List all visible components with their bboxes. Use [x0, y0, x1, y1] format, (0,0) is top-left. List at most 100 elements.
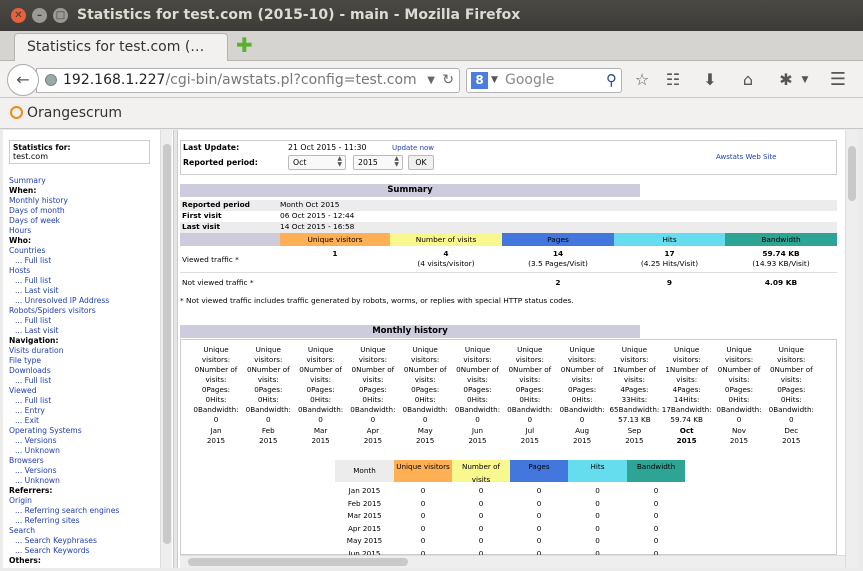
menu-link[interactable]: ... Unknown — [9, 446, 159, 456]
monthly-tooltip-line: Unique visitors: — [347, 345, 399, 365]
statistics-for-box: Statistics for: test.com — [9, 140, 150, 164]
menu-link[interactable]: ... Full list — [9, 276, 159, 286]
monthly-metric-label: Pages: — [520, 385, 544, 394]
menu-link[interactable]: Operating Systems — [9, 426, 159, 436]
summary-head-pages: Pages — [502, 233, 614, 246]
menu-link[interactable]: Summary — [9, 176, 159, 186]
menu-link[interactable]: Monthly history — [9, 196, 159, 206]
menu-item-label: ... Unknown — [15, 446, 60, 455]
menu-link[interactable]: Days of week — [9, 216, 159, 226]
ok-button[interactable]: OK — [408, 155, 434, 170]
menu-link[interactable]: ... Entry — [9, 406, 159, 416]
close-window-button[interactable]: ✕ — [11, 8, 26, 23]
monthly-column-jan: Unique visitors: 0Number of visits: 0Pages… — [190, 345, 242, 425]
month-name: Oct — [679, 426, 694, 435]
monthly-tooltip-line: Unique visitors: — [242, 345, 294, 365]
tab-awstats[interactable]: Statistics for test.com (… — [14, 33, 228, 61]
search-engine-dropdown-icon[interactable]: ▼ — [491, 69, 498, 92]
menu-item-label: Visits duration — [9, 346, 64, 355]
menu-link[interactable]: ... Last visit — [9, 286, 159, 296]
menu-link[interactable]: Hours — [9, 226, 159, 236]
menu-link[interactable]: Browsers — [9, 456, 159, 466]
bookmark-star-icon[interactable]: ☆ — [630, 68, 654, 92]
menu-item-label: Summary — [9, 176, 46, 185]
back-button[interactable]: ← — [7, 64, 39, 96]
menu-link[interactable]: Hosts — [9, 266, 159, 276]
bookmarks-menu-icon[interactable]: ☷ — [661, 68, 685, 92]
url-history-dropdown-icon[interactable]: ▼ — [427, 69, 435, 92]
menu-link[interactable]: Countries — [9, 246, 159, 256]
menu-link[interactable]: ... Versions — [9, 436, 159, 446]
menu-item-label: Countries — [9, 246, 46, 255]
title-bar: ✕ – □ Statistics for test.com (2015-10) … — [0, 0, 863, 31]
update-now-link[interactable]: Update now — [392, 144, 434, 152]
menu-link[interactable]: ... Full list — [9, 396, 159, 406]
menu-item-label: Days of week — [9, 216, 61, 225]
menu-link[interactable]: Visits duration — [9, 346, 159, 356]
menu-link[interactable]: ... Full list — [9, 376, 159, 386]
menu-link[interactable]: ... Search Keywords — [9, 546, 159, 556]
search-input[interactable]: 8 ▼ Google ⚲ — [466, 68, 622, 93]
menu-scrollbar[interactable] — [160, 130, 172, 568]
menu-link[interactable]: Robots/Spiders visitors — [9, 306, 159, 316]
monthly-tooltip-line: 0Pages: — [242, 385, 294, 395]
menu-link[interactable]: ... Last visit — [9, 326, 159, 336]
menu-link[interactable]: ... Referring sites — [9, 516, 159, 526]
menu-link[interactable]: File type — [9, 356, 159, 366]
last-visit-label: Last visit — [182, 222, 221, 231]
url-bar[interactable]: 192.168.1.227/cgi-bin/awstats.pl?config=… — [36, 68, 460, 93]
main-scrollbar[interactable] — [845, 130, 858, 568]
menu-item-label: Robots/Spiders visitors — [9, 306, 96, 315]
menu-link[interactable]: ... Full list — [9, 256, 159, 266]
monthly-month-label: Jun 2015 — [452, 426, 504, 446]
menu-link[interactable]: Origin — [9, 496, 159, 506]
menu-link[interactable]: Days of month — [9, 206, 159, 216]
google-engine-icon[interactable]: 8 — [471, 72, 488, 89]
menu-item-label: ... Full list — [15, 396, 52, 405]
menu-scroll-thumb[interactable] — [163, 144, 171, 544]
minimize-window-button[interactable]: – — [32, 8, 47, 23]
frame-divider[interactable] — [173, 130, 178, 568]
awstats-web-site-link[interactable]: Awstats Web Site — [716, 153, 776, 161]
menu-link[interactable]: ... Search Keyphrases — [9, 536, 159, 546]
monthly-metric-label: Unique visitors: — [620, 345, 649, 364]
monthly-metric-label: Pages: — [729, 385, 754, 394]
monthly-value: 57.13 KB — [618, 415, 651, 424]
table-cell: Apr 2015 — [347, 523, 381, 533]
menu-link[interactable]: ... Exit — [9, 416, 159, 426]
horizontal-scroll-thumb[interactable] — [188, 558, 408, 566]
monthly-month-label: Oct 2015 — [661, 426, 713, 446]
new-tab-plus-icon[interactable]: ✚ — [236, 33, 253, 57]
maximize-window-button[interactable]: □ — [53, 8, 68, 23]
extension-dropdown-icon[interactable]: ▼ — [793, 68, 817, 92]
summary-head-bandwidth: Bandwidth — [725, 233, 837, 246]
table-row: Jan 2015 0 0 0 0 0 — [335, 485, 687, 498]
home-icon[interactable]: ⌂ — [736, 68, 760, 92]
month-year: 2015 — [782, 436, 801, 445]
table-cell: 0 — [536, 498, 542, 508]
menu-item-label: ... Unresolved IP Address — [15, 296, 110, 305]
horizontal-scrollbar[interactable] — [180, 555, 845, 568]
menu-link[interactable]: Search — [9, 526, 159, 536]
menu-link[interactable]: ... Unknown — [9, 476, 159, 486]
search-magnifier-icon[interactable]: ⚲ — [606, 69, 617, 92]
menu-item-label: Downloads — [9, 366, 51, 375]
downloads-icon[interactable]: ⬇ — [698, 68, 722, 92]
menu-link[interactable]: ... Unresolved IP Address — [9, 296, 159, 306]
hamburger-menu-icon[interactable]: ☰ — [826, 68, 850, 92]
monthly-tooltip-line: 0Number of visits: — [556, 365, 608, 385]
menu-link[interactable]: ... Referring search engines — [9, 506, 159, 516]
year-select[interactable]: 2015 ▲ ▼ — [353, 155, 403, 170]
monthly-metric-label: Hits: — [314, 395, 332, 404]
menu-link[interactable]: Downloads — [9, 366, 159, 376]
viewed-value: 14 — [552, 249, 564, 258]
month-select[interactable]: Oct ▲ ▼ — [288, 155, 346, 170]
viewed-subvalue: (4 visits/visitor) — [417, 259, 475, 268]
bookmark-orangescrum[interactable]: Orangescrum — [27, 105, 122, 121]
menu-link[interactable]: ... Full list — [9, 316, 159, 326]
month-year: 2015 — [572, 436, 592, 445]
menu-link[interactable]: ... Versions — [9, 466, 159, 476]
reload-icon[interactable]: ↻ — [442, 69, 454, 92]
main-scroll-thumb[interactable] — [848, 146, 856, 201]
menu-link[interactable]: Viewed — [9, 386, 159, 396]
